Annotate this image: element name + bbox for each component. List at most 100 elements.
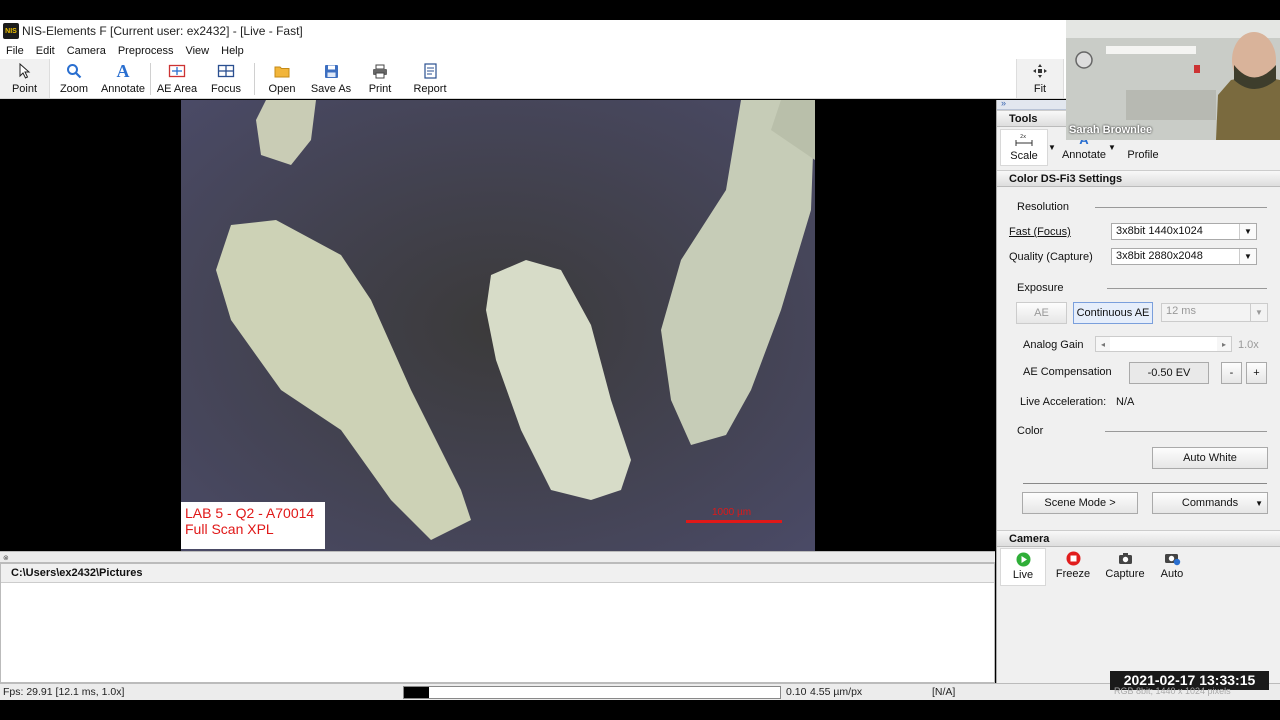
splitter-grip-icon: ⊗: [3, 555, 9, 562]
dropdown-arrow-icon: ▼: [1239, 249, 1256, 264]
zoom-readout: 0.10: [786, 686, 807, 698]
capture-button[interactable]: Capture: [1100, 548, 1150, 586]
ae-comp-minus-button[interactable]: -: [1221, 362, 1242, 384]
ae-area-button[interactable]: AE Area: [154, 59, 200, 98]
analog-gain-label: Analog Gain: [1023, 339, 1084, 351]
ae-compensation-value: -0.50 EV: [1129, 362, 1209, 384]
pixel-size-readout: 4.55 µm/px: [810, 686, 863, 698]
window-title: NIS-Elements F [Current user: ex2432] - …: [22, 24, 303, 38]
focus-button[interactable]: Focus: [204, 59, 248, 98]
focus-icon: [216, 61, 236, 81]
live-label: Live: [1012, 569, 1034, 581]
image-viewer[interactable]: LAB 5 - Q2 - A70014 Full Scan XPL 1000 µ…: [0, 100, 995, 551]
analog-gain-slider[interactable]: ◂ ▸: [1095, 336, 1232, 352]
ae-button[interactable]: AE: [1016, 302, 1067, 324]
slider-right-arrow-icon[interactable]: ▸: [1217, 337, 1231, 351]
exposure-time-value: 12 ms: [1166, 305, 1196, 317]
app-logo-icon: NIS: [3, 23, 19, 39]
zoom-tool-button[interactable]: Zoom: [52, 59, 96, 98]
live-button[interactable]: Live: [1000, 548, 1046, 586]
cursor-arrow-icon: [15, 61, 35, 81]
fps-readout: Fps: 29.91 [12.1 ms, 1.0x]: [3, 686, 125, 698]
menu-help[interactable]: Help: [215, 45, 250, 57]
exposure-time-select[interactable]: 12 ms ▼: [1161, 303, 1268, 322]
fast-resolution-value: 3x8bit 1440x1024: [1116, 225, 1203, 237]
scale-bar: [686, 520, 782, 523]
point-tool-button[interactable]: Point: [0, 59, 50, 98]
menu-bar: File Edit Camera Preprocess View Help: [0, 42, 1066, 59]
scene-mode-button[interactable]: Scene Mode >: [1022, 492, 1138, 514]
annotate-panel-label: Annotate: [1061, 149, 1107, 161]
right-panel: » Tools 2x Scale ▼ A Annotate ▼ Profile …: [996, 98, 1280, 683]
camera-icon: [1118, 548, 1133, 568]
menu-file[interactable]: File: [0, 45, 30, 57]
fit-arrows-icon: [1030, 61, 1050, 81]
camera-section-header: Camera: [997, 530, 1280, 547]
title-bar: NIS NIS-Elements F [Current user: ex2432…: [0, 20, 1066, 42]
fast-resolution-select[interactable]: 3x8bit 1440x1024 ▼: [1111, 223, 1257, 240]
menu-edit[interactable]: Edit: [30, 45, 61, 57]
menu-preprocess[interactable]: Preprocess: [112, 45, 180, 57]
quality-resolution-value: 3x8bit 2880x2048: [1116, 250, 1203, 262]
annotate-dropdown-icon[interactable]: ▼: [1108, 143, 1116, 152]
exposure-divider: [1107, 288, 1267, 289]
save-as-button[interactable]: Save As: [308, 59, 354, 98]
print-label: Print: [368, 83, 392, 95]
scale-ruler-icon: 2x: [1015, 130, 1033, 150]
scale-label: Scale: [1010, 150, 1038, 162]
commands-label: Commands: [1181, 497, 1239, 509]
quality-resolution-select[interactable]: 3x8bit 2880x2048 ▼: [1111, 248, 1257, 265]
auto-capture-button[interactable]: Auto: [1152, 548, 1192, 586]
auto-white-button[interactable]: Auto White: [1152, 447, 1268, 469]
webcam-overlay: Sarah Brownlee: [1066, 20, 1280, 140]
fit-button[interactable]: Fit: [1016, 59, 1064, 98]
ae-comp-plus-button[interactable]: +: [1246, 362, 1267, 384]
report-button[interactable]: Report: [408, 59, 452, 98]
menu-view[interactable]: View: [179, 45, 215, 57]
annotate-label: Annotate: [100, 83, 146, 95]
slider-left-arrow-icon[interactable]: ◂: [1096, 337, 1110, 351]
scale-bar-text: 1000 µm: [712, 507, 752, 518]
save-as-label: Save As: [310, 83, 352, 95]
scale-dropdown-icon[interactable]: ▼: [1048, 143, 1056, 152]
dropdown-arrow-icon: ▼: [1250, 304, 1267, 321]
auto-label: Auto: [1160, 568, 1184, 580]
commands-dropdown-icon: ▼: [1255, 498, 1263, 508]
profile-label: Profile: [1127, 149, 1159, 161]
play-icon: [1016, 549, 1031, 569]
panel-splitter[interactable]: ⊗: [0, 551, 995, 563]
commands-button[interactable]: Commands ▼: [1152, 492, 1268, 514]
print-button[interactable]: Print: [360, 59, 400, 98]
settings-section-header[interactable]: Color DS-Fi3 Settings: [997, 170, 1280, 187]
freeze-button[interactable]: Freeze: [1050, 548, 1096, 586]
scale-tool-button[interactable]: 2x Scale: [1000, 129, 1048, 166]
letter-a-icon: A: [116, 60, 130, 81]
focus-label: Focus: [211, 83, 241, 95]
menu-camera[interactable]: Camera: [61, 45, 112, 57]
browser-path: C:\Users\ex2432\Pictures: [1, 564, 994, 583]
color-divider: [1105, 431, 1267, 432]
annotation-line-1: LAB 5 - Q2 - A70014: [185, 505, 315, 521]
exposure-heading: Exposure: [1017, 282, 1064, 294]
open-button[interactable]: Open: [262, 59, 302, 98]
main-toolbar: Point Zoom A Annotate AE Area Focus Open…: [0, 59, 1066, 99]
live-acceleration-label: Live Acceleration:: [1020, 396, 1107, 408]
auto-camera-icon: [1164, 548, 1181, 568]
dropdown-arrow-icon: ▼: [1239, 224, 1256, 239]
printer-icon: [370, 61, 390, 81]
fast-focus-label: Fast (Focus): [1009, 226, 1071, 238]
status-na: [N/A]: [932, 686, 956, 698]
folder-icon: [272, 61, 292, 81]
ae-area-label: AE Area: [156, 83, 198, 95]
continuous-ae-button[interactable]: Continuous AE: [1073, 302, 1153, 324]
live-acceleration-value: N/A: [1116, 396, 1135, 408]
magnifier-icon: [64, 61, 84, 81]
fit-label: Fit: [1033, 83, 1047, 95]
status-progress: [403, 686, 781, 699]
annotate-tool-button[interactable]: A Annotate: [98, 59, 148, 98]
microscope-live-image: [181, 100, 815, 551]
point-label: Point: [11, 83, 38, 95]
color-heading: Color: [1017, 425, 1044, 437]
participant-name: Sarah Brownlee: [1069, 124, 1153, 136]
zoom-label: Zoom: [59, 83, 89, 95]
